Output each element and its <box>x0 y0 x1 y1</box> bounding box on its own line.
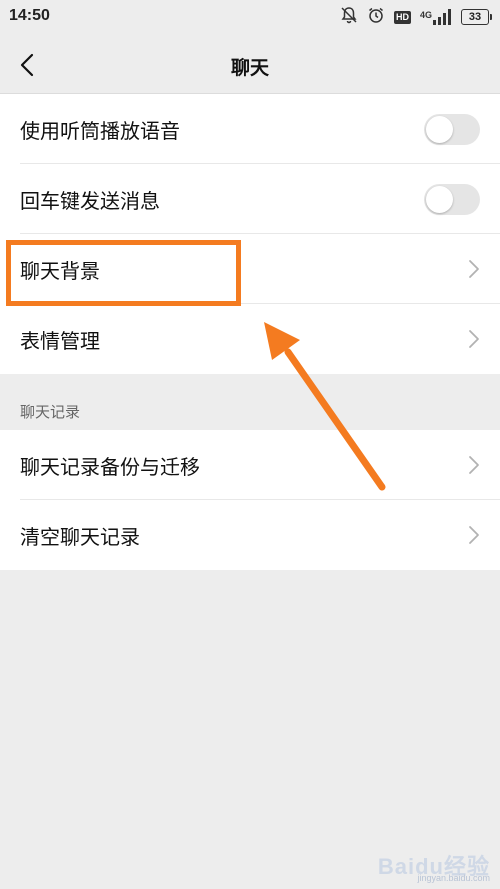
hd-badge: HD <box>393 10 411 24</box>
alarm-clock-icon <box>367 6 385 28</box>
settings-item-label: 聊天记录备份与迁移 <box>20 455 200 479</box>
settings-group-chat-history: 聊天记录备份与迁移 清空聊天记录 <box>0 430 500 570</box>
page-title: 聊天 <box>230 57 269 79</box>
settings-item-label: 表情管理 <box>20 329 100 353</box>
annotation-highlight-box <box>6 240 241 306</box>
settings-item-backup-migrate[interactable]: 聊天记录备份与迁移 <box>0 430 500 500</box>
network-type: 4G <box>419 10 432 20</box>
settings-item-earpiece-playback[interactable]: 使用听筒播放语音 <box>0 94 500 164</box>
chevron-right-icon <box>469 330 479 348</box>
watermark-url: jingyan.baidu.com <box>417 873 490 883</box>
signal-icon: 4G <box>420 9 452 25</box>
settings-item-label: 使用听筒播放语音 <box>20 119 180 143</box>
battery-level: 33 <box>461 9 489 25</box>
section-header-chat-history: 聊天记录 <box>20 403 81 421</box>
chevron-right-icon <box>469 526 479 544</box>
chevron-right-icon <box>469 456 479 474</box>
chevron-right-icon <box>469 260 479 278</box>
status-time: 14:50 <box>9 7 50 24</box>
toggle-knob <box>426 186 453 213</box>
battery-icon: 33 <box>461 9 492 25</box>
settings-item-enter-to-send[interactable]: 回车键发送消息 <box>0 164 500 234</box>
settings-item-label: 清空聊天记录 <box>20 525 140 549</box>
settings-item-label: 回车键发送消息 <box>20 189 160 213</box>
status-icons: HD 4G 33 <box>340 6 492 28</box>
watermark: Baidu经验 jingyan.baidu.com <box>378 849 490 883</box>
status-bar: 14:50 HD 4G 33 <box>0 0 500 36</box>
silent-bell-icon <box>340 6 358 28</box>
settings-item-sticker-management[interactable]: 表情管理 <box>0 304 500 374</box>
enter-to-send-toggle[interactable] <box>424 184 480 215</box>
earpiece-playback-toggle[interactable] <box>424 114 480 145</box>
settings-item-clear-history[interactable]: 清空聊天记录 <box>0 500 500 570</box>
toggle-knob <box>426 116 453 143</box>
settings-group-general: 使用听筒播放语音 回车键发送消息 聊天背景 表情管理 <box>0 94 500 374</box>
nav-bar: 聊天 <box>0 36 500 94</box>
